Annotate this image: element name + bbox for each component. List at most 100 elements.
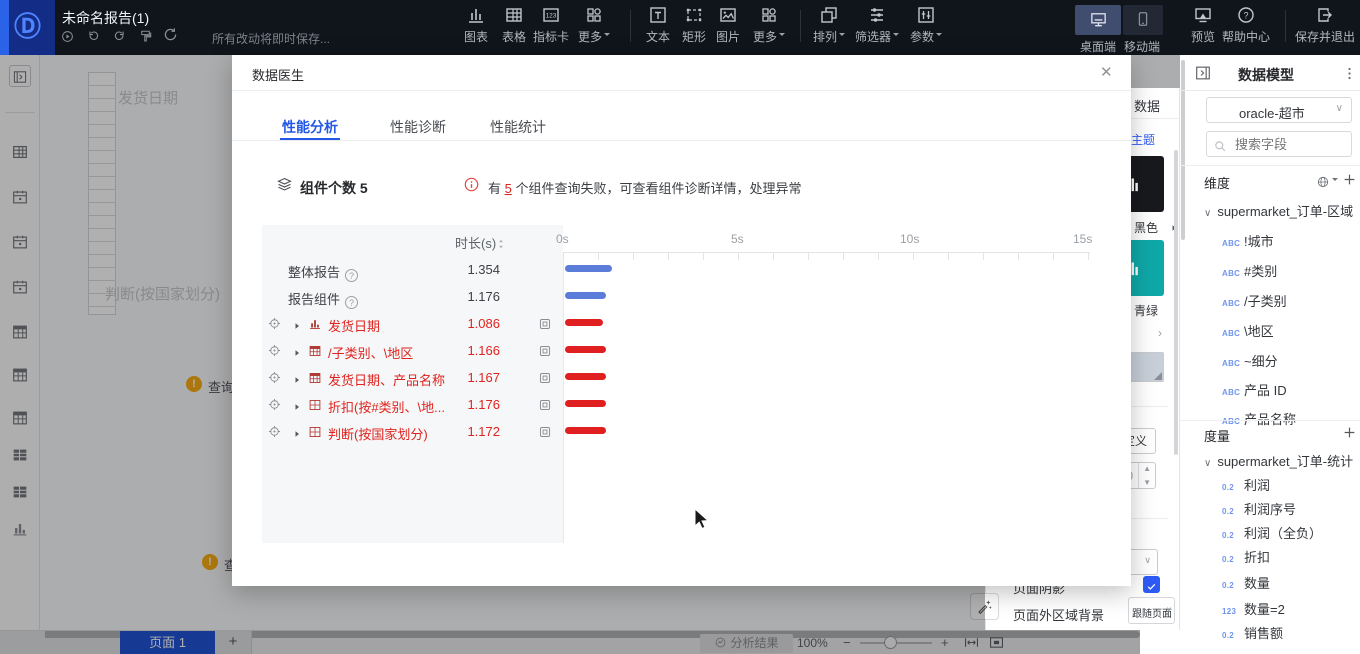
chevron-down-icon [893,33,899,39]
tool-label: 参数 [910,30,934,44]
outer-bg-label: 页面外区域背景 [1013,605,1104,624]
perf-row-ship-date[interactable]: 发货日期 [328,316,380,335]
search-field-box[interactable] [1206,131,1352,157]
measure-field-profit[interactable]: 0.2利润 [1222,475,1270,494]
measure-field-sales[interactable]: 0.2销售额 [1222,623,1283,642]
measure-group-label: supermarket_订单-统计 [1217,454,1353,469]
measure-group[interactable]: ∨supermarket_订单-统计 [1204,451,1353,470]
dim-field-city[interactable]: ABC!城市 [1222,231,1274,250]
dim-field-product-name[interactable]: ABC产品名称 [1222,409,1296,428]
field-type-icon: ABC [1222,269,1244,278]
expand-caret-icon[interactable] [292,425,302,443]
dim-field-category[interactable]: ABC#类别 [1222,261,1277,280]
measure-field-profit-negative[interactable]: 0.2利润（全负） [1222,523,1322,542]
field-type-icon: 0.2 [1222,531,1244,540]
tool-image[interactable]: 图片 [705,5,751,45]
expand-caret-icon[interactable] [292,371,302,389]
tool-arrange[interactable]: 排列 [806,5,852,45]
tool-label: 筛选器 [855,30,891,44]
tab-performance-stats[interactable]: 性能统计 [490,117,546,137]
device-desktop-button[interactable] [1075,5,1121,35]
field-type-icon: ABC [1222,299,1244,308]
tab-data[interactable]: 数据 [1134,96,1160,115]
measure-field-profit-index[interactable]: 0.2利润序号 [1222,499,1296,518]
refresh-icon[interactable] [162,26,179,44]
field-type-icon: 0.2 [1222,631,1244,640]
table-type-icon [308,369,322,387]
expand-caret-icon[interactable] [292,344,302,362]
expand-caret-icon[interactable] [292,317,302,335]
outer-bg-dropdown[interactable]: 跟随页面 ∨ [1128,597,1175,624]
perf-row-discount[interactable]: 折扣(按#类别、\地... [328,397,445,416]
perf-row-judge-country[interactable]: 判断(按国家划分) [328,424,428,443]
model-select-value: oracle-超市 [1239,103,1305,122]
chevron-right-icon[interactable]: › [1158,326,1162,340]
tab-performance-analysis[interactable]: 性能分析 [282,117,338,137]
dim-field-product-id[interactable]: ABC产品 ID [1222,380,1287,399]
report-title[interactable]: 未命名报告(1) [62,8,149,28]
add-measure-icon[interactable] [1342,424,1357,442]
dim-field-region[interactable]: ABC\地区 [1222,321,1274,340]
search-input[interactable] [1233,134,1343,154]
sidebar-scrollbar[interactable] [1181,60,1185,240]
duration-bar-failed [565,373,606,380]
sort-icon[interactable] [495,235,507,253]
locate-component-icon[interactable] [267,369,282,387]
collapse-panel-icon[interactable] [1194,64,1212,82]
expand-caret-icon[interactable] [292,398,302,416]
chevron-down-icon: ∨ [1144,555,1151,566]
run-icon[interactable] [60,28,75,46]
duration-bar-failed [565,319,603,326]
add-dimension-icon[interactable] [1342,171,1357,189]
view-detail-icon[interactable] [538,396,552,414]
device-mobile-button[interactable] [1123,5,1163,35]
chevron-down-icon [936,33,942,39]
field-label: 产品 ID [1244,383,1287,398]
tool-filter[interactable]: 筛选器 [850,5,904,45]
locate-component-icon[interactable] [267,423,282,441]
measure-field-discount[interactable]: 0.2折扣 [1222,547,1270,566]
globe-icon[interactable] [1316,173,1338,191]
stepper-up-icon[interactable]: ▲ [1143,464,1151,473]
tool-more-objects[interactable]: 更多 [746,5,792,45]
page-shadow-checkbox[interactable] [1143,576,1160,593]
format-painter-icon[interactable] [138,28,153,46]
view-detail-icon[interactable] [538,369,552,387]
perf-row-subcat-region[interactable]: /子类别、\地区 [328,343,413,362]
row-label: 报告组件 [288,292,340,307]
stepper-down-icon[interactable]: ▼ [1143,478,1151,487]
app-logo[interactable]: Ⓓ [0,0,55,55]
measure-field-quantity[interactable]: 0.2数量 [1222,573,1270,592]
question-icon[interactable]: ? [345,269,358,282]
view-detail-icon[interactable] [538,342,552,360]
field-label: 利润（全负） [1244,526,1322,541]
tab-performance-diagnosis[interactable]: 性能诊断 [390,117,446,137]
tool-parameter[interactable]: 参数 [903,5,949,45]
model-select[interactable]: oracle-超市 ∨ [1206,97,1352,123]
tool-label: 指标卡 [528,28,574,45]
undo-icon[interactable] [86,28,101,46]
save-exit-button[interactable]: 保存并退出 [1292,5,1358,45]
failed-count-link[interactable]: 5 [505,181,512,196]
dimension-group[interactable]: ∨supermarket_订单-区域 [1204,201,1353,220]
kebab-menu-icon[interactable] [1342,65,1357,83]
locate-component-icon[interactable] [267,396,282,414]
row-duration: 1.176 [460,289,500,304]
view-detail-icon[interactable] [538,315,552,333]
locate-component-icon[interactable] [267,315,282,333]
field-label: !城市 [1244,234,1274,249]
close-icon[interactable]: ✕ [1100,63,1113,81]
dim-field-segment[interactable]: ABC~细分 [1222,351,1278,370]
view-detail-icon[interactable] [538,423,552,441]
redo-icon[interactable] [112,28,127,46]
duration-column-header[interactable]: 时长(s) [455,233,496,252]
question-icon[interactable]: ? [345,296,358,309]
help-center-button[interactable]: 帮助中心 [1218,5,1274,45]
dim-field-subcategory[interactable]: ABC/子类别 [1222,291,1287,310]
locate-component-icon[interactable] [267,342,282,360]
tool-more-charts[interactable]: 更多 [571,5,617,45]
measure-field-quantity2[interactable]: 123数量=2 [1222,599,1285,618]
tool-kpi-card[interactable]: 指标卡 [528,5,574,45]
perf-row-date-product[interactable]: 发货日期、产品名称 [328,370,445,389]
panel-scrollbar[interactable] [1174,150,1178,455]
